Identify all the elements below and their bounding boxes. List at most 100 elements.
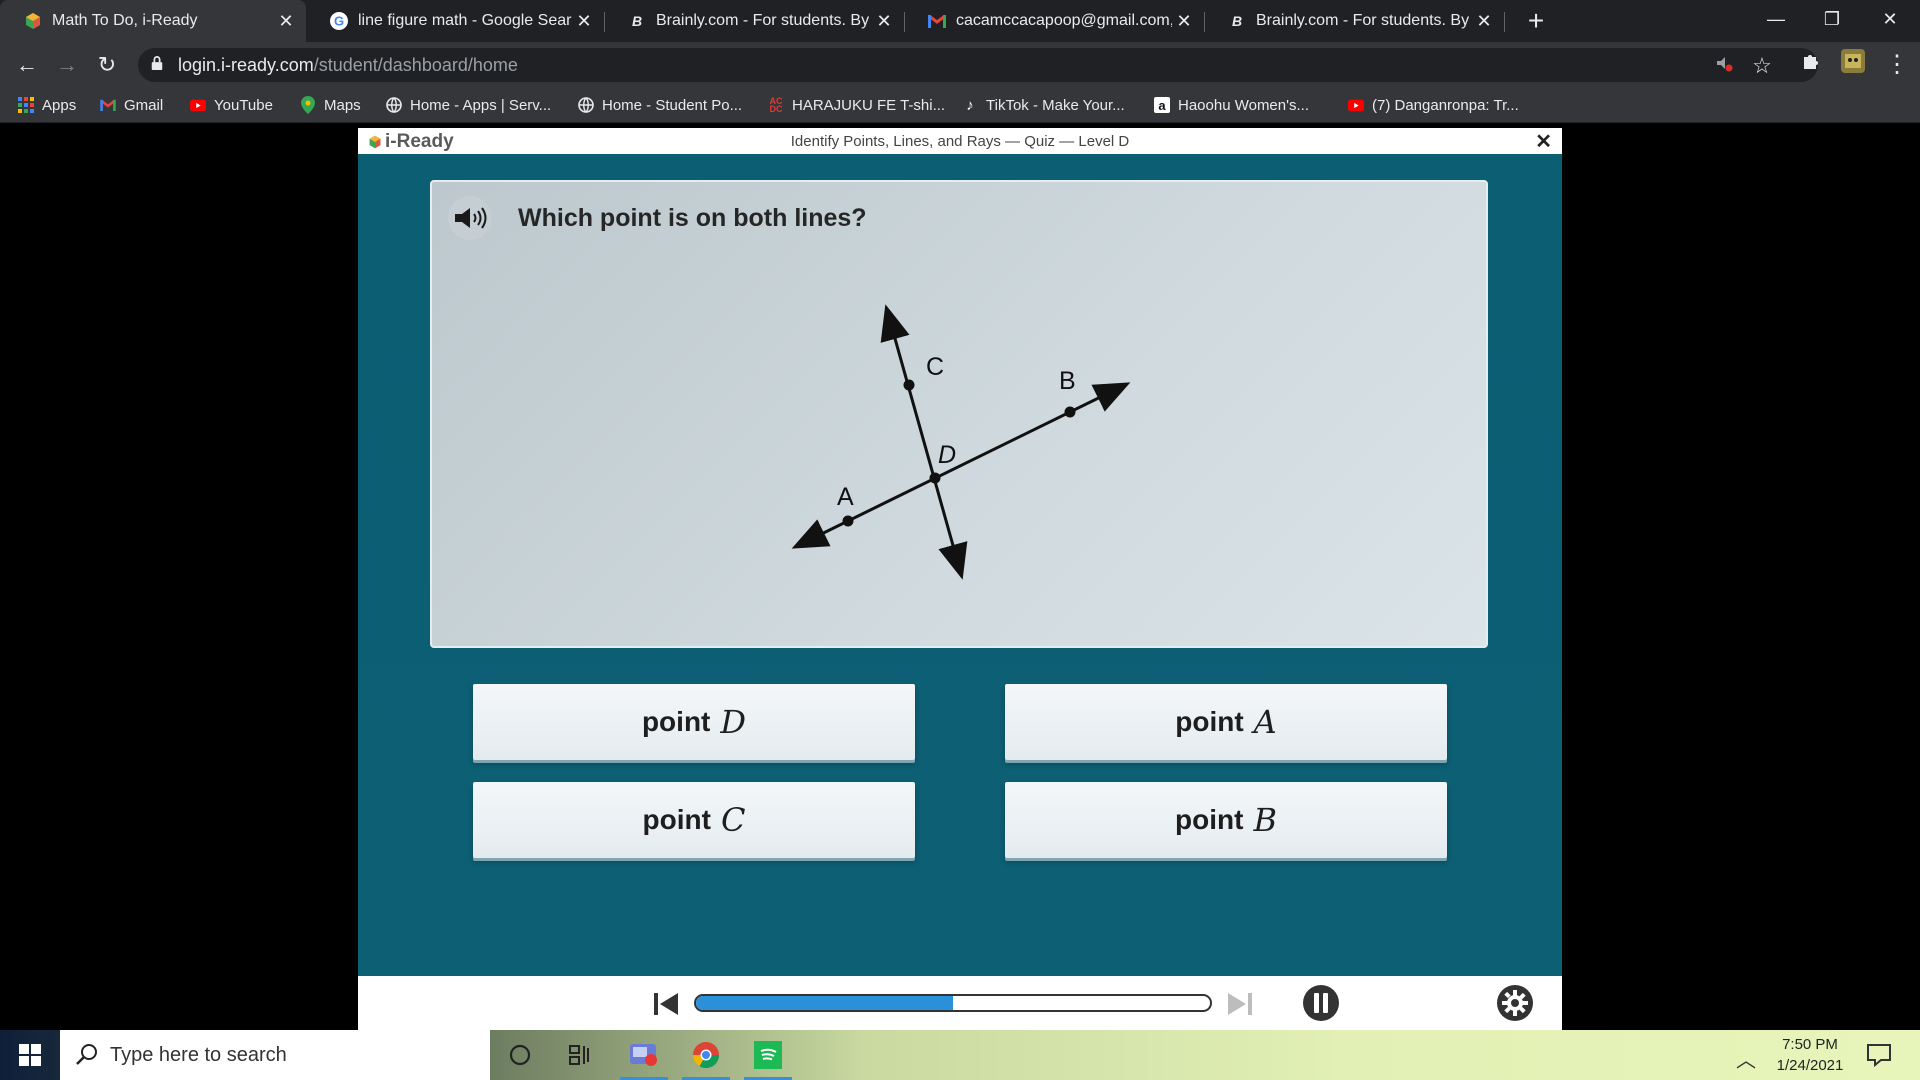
globe-icon (386, 97, 402, 113)
progress-fill (696, 996, 953, 1010)
bookmark-label: Gmail (124, 96, 164, 114)
close-lesson-icon[interactable]: ✕ (1535, 129, 1552, 154)
bookmark-tiktok[interactable]: ♪ TikTok - Make Your... (962, 88, 1124, 122)
notification-center-icon[interactable] (1866, 1042, 1892, 1073)
lines-figure: C D A B (791, 304, 1131, 580)
url-host: login.i-ready.com (178, 55, 314, 75)
bookmark-label: (7) Danganronpa: Tr... (1372, 96, 1519, 114)
taskbar-app-chrome[interactable] (678, 1030, 734, 1080)
answer-point-b-button[interactable]: point B (1005, 782, 1447, 858)
tab-brainly-2[interactable]: B Brainly.com - For students. By stu ✕ (1204, 0, 1504, 42)
bookmark-label: Home - Student Po... (602, 96, 743, 114)
bookmark-danganronpa[interactable]: (7) Danganronpa: Tr... (1348, 88, 1519, 122)
tab-strip: Math To Do, i-Ready ✕ G line figure math… (0, 0, 1920, 42)
skip-back-icon[interactable] (652, 990, 680, 1023)
start-button[interactable] (0, 1030, 60, 1080)
lock-icon (151, 56, 163, 70)
lesson-progress-bar (694, 994, 1212, 1012)
browser-menu-icon[interactable]: ⋮ (1880, 48, 1914, 82)
close-tab-icon[interactable]: ✕ (1472, 11, 1496, 32)
search-icon (76, 1044, 97, 1065)
close-tab-icon[interactable]: ✕ (572, 11, 596, 32)
tab-title: Brainly.com - For students. By stu (656, 12, 872, 29)
windows-logo-icon (19, 1044, 41, 1066)
point-d-dot (929, 472, 941, 484)
answer-point-a-button[interactable]: point A (1005, 684, 1447, 760)
bookmark-gmail[interactable]: Gmail (100, 88, 163, 122)
new-tab-button[interactable]: + (1520, 4, 1552, 38)
bookmark-maps[interactable]: Maps (300, 88, 361, 122)
restore-icon[interactable]: ❐ (1804, 0, 1860, 42)
answer-variable: A (1253, 703, 1277, 741)
answer-point-d-button[interactable]: point D (473, 684, 915, 760)
forward-arrow-icon[interactable]: → (50, 48, 84, 82)
amazon-icon: a (1154, 97, 1170, 113)
bookmark-student-portal[interactable]: Home - Student Po... (578, 88, 742, 122)
reload-icon[interactable]: ↻ (90, 48, 124, 82)
tab-title: line figure math - Google Search (358, 12, 572, 29)
back-arrow-icon[interactable]: ← (10, 48, 44, 82)
acdc-icon: AC DC (769, 96, 783, 114)
bookmark-harajuku[interactable]: AC DC HARAJUKU FE T-shi... (768, 88, 946, 122)
bookmark-haoohu[interactable]: a Haoohu Women's... (1154, 88, 1309, 122)
url-text: login.i-ready.com/student/dashboard/home (178, 48, 518, 82)
clock-time: 7:50 PM (1782, 1036, 1838, 1053)
close-tab-icon[interactable]: ✕ (872, 11, 896, 32)
tab-separator (1504, 12, 1505, 32)
close-tab-icon[interactable]: ✕ (1172, 11, 1196, 32)
apps-grid-icon (18, 97, 34, 113)
close-tab-icon[interactable]: ✕ (274, 11, 298, 32)
bookmark-star-icon[interactable]: ☆ (1750, 54, 1774, 78)
search-placeholder: Type here to search (110, 1044, 287, 1066)
answer-word: point (1175, 804, 1244, 835)
gmail-icon (100, 97, 116, 113)
point-a-dot (842, 515, 854, 527)
minimize-icon[interactable]: — (1748, 0, 1804, 42)
gmail-icon (928, 12, 946, 30)
extensions-puzzle-icon[interactable] (1794, 48, 1828, 82)
bookmarks-bar: Apps Gmail YouTube Maps Home - Apps | Se… (0, 88, 1920, 123)
answer-word: point (642, 804, 711, 835)
muted-site-icon[interactable] (1712, 54, 1736, 78)
bookmark-youtube[interactable]: YouTube (190, 88, 273, 122)
skip-forward-icon[interactable] (1226, 990, 1254, 1023)
tab-title: Math To Do, i-Ready (52, 12, 198, 29)
tab-iready[interactable]: Math To Do, i-Ready ✕ (0, 0, 306, 42)
bookmark-label: YouTube (214, 96, 273, 114)
iready-icon (24, 12, 42, 30)
tab-gmail[interactable]: cacamccacapoop@gmail.com, co ✕ (904, 0, 1204, 42)
point-c-dot (903, 379, 915, 391)
taskbar-app-spotify[interactable] (740, 1030, 796, 1080)
tab-google-search[interactable]: G line figure math - Google Search ✕ (306, 0, 604, 42)
youtube-icon (1348, 97, 1364, 113)
cortana-icon[interactable] (492, 1030, 548, 1080)
label-a: A (837, 483, 854, 511)
lesson-header: i-Ready Identify Points, Lines, and Rays… (358, 128, 1562, 154)
settings-gear-icon[interactable] (1496, 984, 1534, 1027)
profile-avatar[interactable] (1836, 48, 1870, 82)
bookmark-label: HARAJUKU FE T-shi... (792, 96, 946, 114)
label-c: C (926, 353, 944, 381)
brainly-icon: B (631, 13, 643, 29)
bookmark-apps[interactable]: Apps (18, 88, 76, 122)
iready-lesson-window: i-Ready Identify Points, Lines, and Rays… (358, 128, 1562, 1030)
taskbar-app-screen-recorder[interactable] (616, 1030, 672, 1080)
system-clock[interactable]: 7:50 PM 1/24/2021 (1760, 1034, 1860, 1076)
close-window-icon[interactable]: ✕ (1862, 0, 1918, 42)
task-view-icon[interactable] (552, 1030, 608, 1080)
lesson-title: Identify Points, Lines, and Rays — Quiz … (790, 133, 1130, 150)
lesson-body: Which point is on both lines? C D A B po… (358, 154, 1562, 976)
tab-brainly-1[interactable]: B Brainly.com - For students. By stu ✕ (604, 0, 904, 42)
taskbar-search-box[interactable]: Type here to search (60, 1030, 490, 1080)
pause-button[interactable] (1302, 984, 1340, 1027)
bookmark-home-apps[interactable]: Home - Apps | Serv... (386, 88, 551, 122)
address-bar[interactable]: login.i-ready.com/student/dashboard/home… (138, 48, 1818, 82)
answer-word: point (1175, 706, 1244, 737)
windows-taskbar: Type here to search ︿ 7:50 PM 1/24/2021 (0, 1030, 1920, 1080)
show-hidden-icons-chevron[interactable]: ︿ (1736, 1044, 1756, 1073)
google-icon: G (330, 12, 348, 30)
answer-point-c-button[interactable]: point C (473, 782, 915, 858)
maps-icon (300, 96, 316, 114)
answer-word: point (641, 706, 711, 737)
svg-text:G: G (334, 14, 344, 29)
